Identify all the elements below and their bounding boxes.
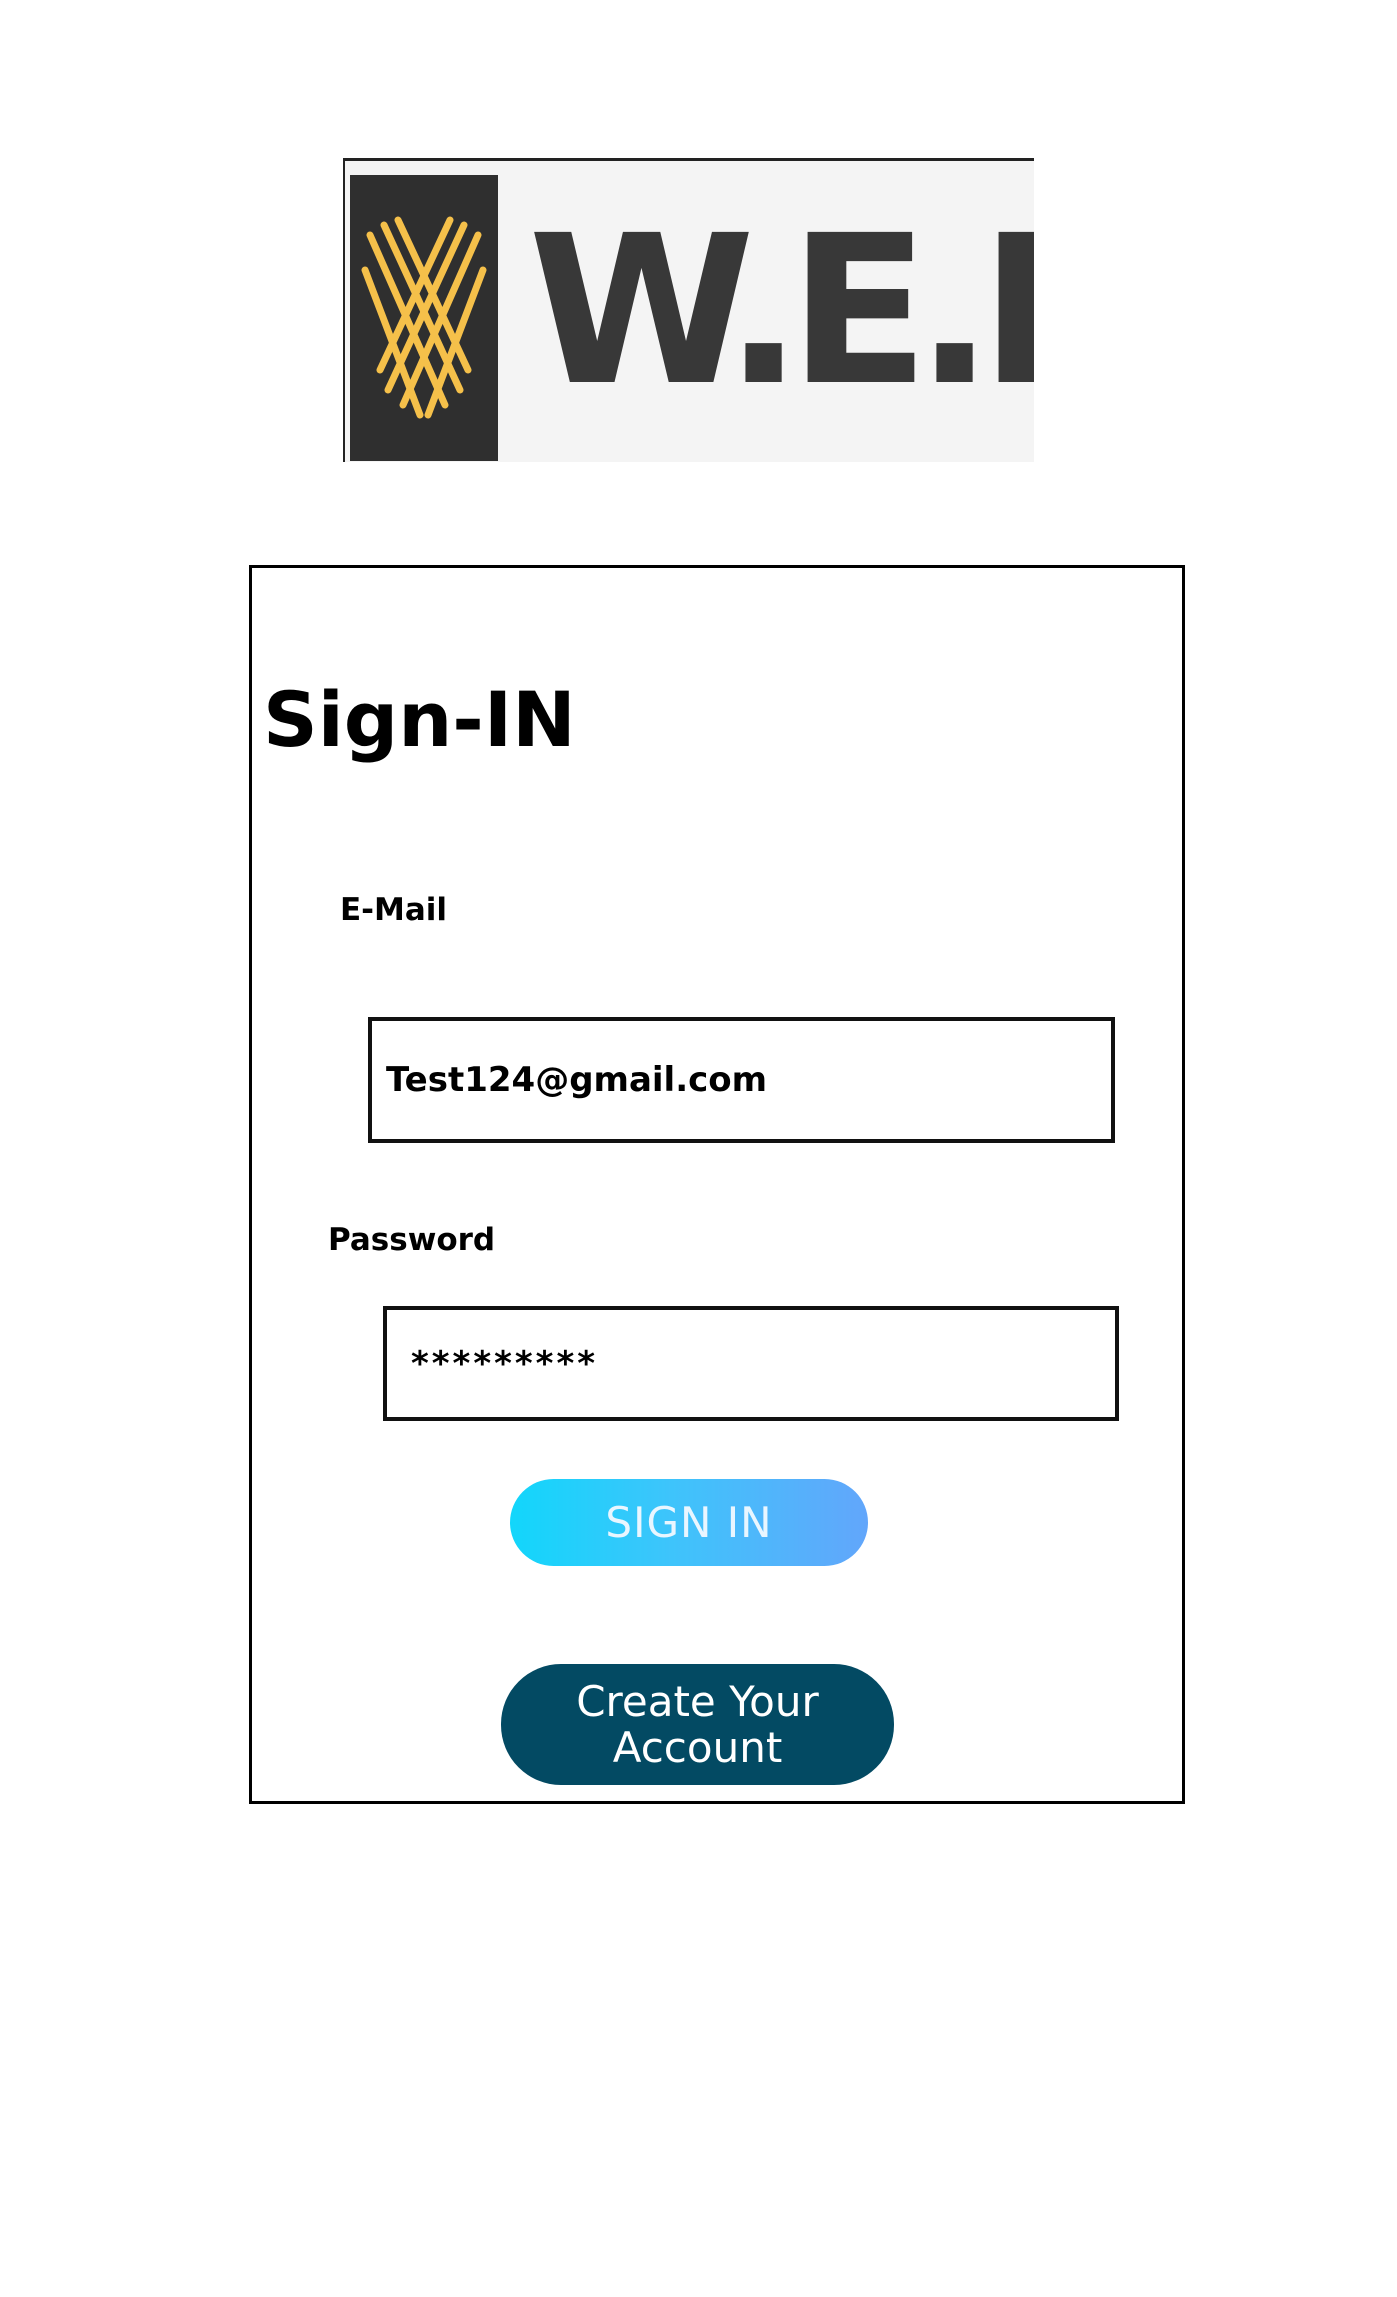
logo-wordmark: W.E.F.U	[528, 191, 1034, 431]
email-field[interactable]	[368, 1017, 1115, 1143]
logo-emblem-icon	[350, 175, 498, 461]
wefu-logo: W.E.F.U	[343, 158, 1034, 462]
password-field[interactable]	[383, 1306, 1119, 1421]
signin-button[interactable]: SIGN IN	[510, 1479, 868, 1566]
password-label: Password	[328, 1222, 496, 1258]
create-account-button[interactable]: Create Your Account	[501, 1664, 894, 1785]
email-label: E-Mail	[340, 892, 448, 928]
page-title: Sign-IN	[263, 675, 576, 764]
